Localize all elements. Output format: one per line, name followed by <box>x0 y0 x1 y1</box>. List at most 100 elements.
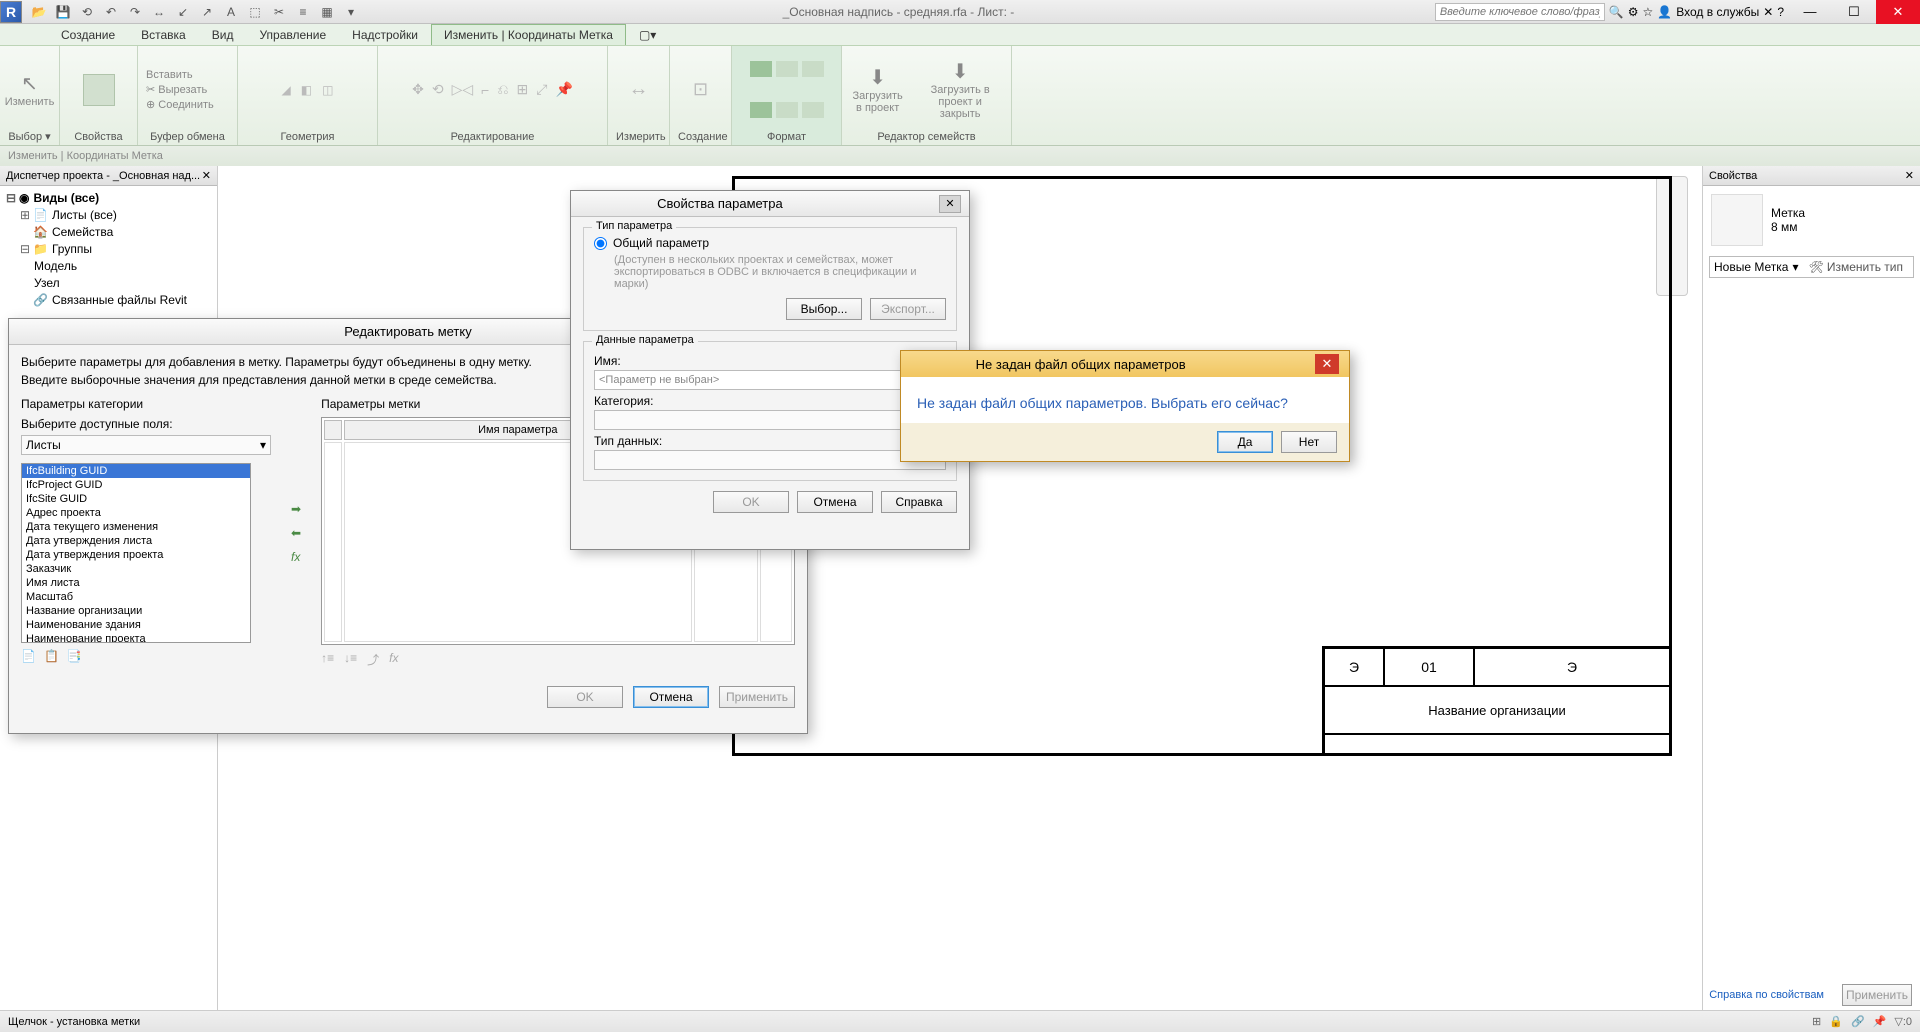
login-icon[interactable]: 👤 <box>1657 5 1672 19</box>
chevron-down-icon[interactable]: ▾ <box>1792 260 1798 274</box>
align-left-icon[interactable] <box>750 61 772 77</box>
tree-families[interactable]: Семейства <box>52 224 113 241</box>
list-item[interactable]: Адрес проекта <box>22 506 250 520</box>
move-icon[interactable]: ✥ <box>412 81 424 98</box>
yes-button[interactable]: Да <box>1217 431 1273 453</box>
name-input[interactable] <box>594 370 946 390</box>
load-project-button[interactable]: ⬇Загрузить в проект <box>850 65 905 114</box>
filter-icon[interactable]: ▽:0 <box>1894 1015 1912 1028</box>
list-item[interactable]: Дата утверждения проекта <box>22 548 250 562</box>
tree-sheets[interactable]: Листы (все) <box>52 207 117 224</box>
close-hidden-icon[interactable]: ▦ <box>316 3 338 21</box>
cope-icon[interactable]: ◢ <box>282 83 291 97</box>
list-item[interactable]: Дата текущего изменения <box>22 520 250 534</box>
tab-addins[interactable]: Надстройки <box>339 24 431 45</box>
list-item[interactable]: Название организации <box>22 604 250 618</box>
move-up-icon[interactable]: ↑≡ <box>321 651 334 668</box>
rotate-icon[interactable]: ⟲ <box>432 81 444 98</box>
tab-modify-label[interactable]: Изменить | Координаты Метка <box>431 24 626 45</box>
join-button[interactable]: ⊕ Соединить <box>146 98 214 111</box>
list-item[interactable]: Дата утверждения листа <box>22 534 250 548</box>
help-button[interactable]: Справка <box>881 491 957 513</box>
align-center-icon[interactable] <box>776 61 798 77</box>
close-button[interactable]: ✕ <box>1876 0 1920 24</box>
fx-icon[interactable]: fx <box>389 651 398 668</box>
dim-icon[interactable]: ↗ <box>196 3 218 21</box>
properties-help-link[interactable]: Справка по свойствам <box>1709 989 1824 1001</box>
infocenter-icon[interactable]: 🔍 <box>1609 5 1624 19</box>
help-icon[interactable]: ? <box>1777 5 1784 19</box>
tab-view[interactable]: Вид <box>199 24 247 45</box>
keyshot-icon[interactable]: ⚙ <box>1628 5 1639 19</box>
switch-windows-icon[interactable]: ▾ <box>340 3 362 21</box>
field-source-combo[interactable]: Листы <box>26 438 61 452</box>
cut-button[interactable]: ✂ Вырезать <box>146 83 207 96</box>
trim-icon[interactable]: ⌐ <box>481 82 489 98</box>
tree-views[interactable]: Виды (все) <box>33 190 99 207</box>
text-icon[interactable]: A <box>220 3 242 21</box>
list-item[interactable]: IfcProject GUID <box>22 478 250 492</box>
list-item[interactable]: Имя листа <box>22 576 250 590</box>
open-icon[interactable]: 📂 <box>28 3 50 21</box>
cut-geom-icon[interactable]: ◧ <box>301 83 312 97</box>
export-button[interactable]: Экспорт... <box>870 298 946 320</box>
align-bot-icon[interactable] <box>802 102 824 118</box>
save-icon[interactable]: 💾 <box>52 3 74 21</box>
edit-type-button[interactable]: 🛠 Изменить тип <box>1803 260 1909 274</box>
remove-param-icon[interactable]: ⬅ <box>291 526 301 540</box>
ok-button[interactable]: OK <box>547 686 623 708</box>
undo-icon[interactable]: ↶ <box>100 3 122 21</box>
app-menu-icon[interactable]: R <box>0 1 22 23</box>
delete-param-icon[interactable]: 📑 <box>67 649 82 663</box>
measure-icon[interactable]: ↔ <box>629 78 649 101</box>
shared-param-radio[interactable] <box>594 237 607 250</box>
scale-icon[interactable]: ⤢ <box>536 81 547 98</box>
select-pinned-icon[interactable]: 📌 <box>1873 1015 1887 1028</box>
maximize-button[interactable]: ☐ <box>1832 0 1876 24</box>
mirror-icon[interactable]: ▷◁ <box>452 81 474 98</box>
break-icon[interactable]: ⤴ <box>367 651 379 668</box>
editable-only-icon[interactable]: 🔒 <box>1829 1015 1843 1028</box>
properties-icon[interactable] <box>83 74 115 106</box>
available-fields-list[interactable]: IfcBuilding GUID IfcProject GUID IfcSite… <box>21 463 251 643</box>
fx-icon[interactable]: fx <box>291 550 301 564</box>
list-item[interactable]: Масштаб <box>22 590 250 604</box>
view3d-icon[interactable]: ⬚ <box>244 3 266 21</box>
select-button[interactable]: Выбор... <box>786 298 862 320</box>
tab-collapse-icon[interactable]: ▢▾ <box>626 24 669 45</box>
redo-icon[interactable]: ↷ <box>124 3 146 21</box>
align-mid-icon[interactable] <box>776 102 798 118</box>
paste-button[interactable]: Вставить <box>146 69 193 81</box>
add-param-icon[interactable]: ➡ <box>291 502 301 516</box>
sync-icon[interactable]: ⟲ <box>76 3 98 21</box>
align-right-icon[interactable] <box>802 61 824 77</box>
alert-close-icon[interactable]: ✕ <box>1315 354 1339 374</box>
align-icon[interactable]: ↙ <box>172 3 194 21</box>
tab-insert[interactable]: Вставка <box>128 24 199 45</box>
tree-links[interactable]: Связанные файлы Revit <box>52 292 187 309</box>
list-item[interactable]: Заказчик <box>22 562 250 576</box>
ok-button[interactable]: OK <box>713 491 789 513</box>
apply-button[interactable]: Применить <box>719 686 795 708</box>
project-browser-close-icon[interactable]: ✕ <box>202 169 211 182</box>
project-browser-tree[interactable]: ⊟◉ Виды (все) ⊞📄 Листы (все) 🏠 Семейства… <box>0 186 217 313</box>
list-item[interactable]: Наименование здания <box>22 618 250 632</box>
datatype-combo[interactable] <box>594 450 946 470</box>
tree-groups[interactable]: Группы <box>52 241 92 258</box>
star-icon[interactable]: ☆ <box>1643 5 1654 19</box>
worksets-icon[interactable]: ⊞ <box>1812 1015 1821 1028</box>
list-item[interactable]: IfcBuilding GUID <box>22 464 250 478</box>
tree-detail[interactable]: Узел <box>34 275 60 292</box>
properties-apply-button[interactable]: Применить <box>1842 984 1912 1006</box>
create-icon[interactable]: ⊡ <box>693 79 708 100</box>
split-icon[interactable]: ⎌ <box>497 81 508 98</box>
section-icon[interactable]: ✂ <box>268 3 290 21</box>
move-down-icon[interactable]: ↓≡ <box>344 651 357 668</box>
select-links-icon[interactable]: 🔗 <box>1851 1015 1865 1028</box>
minimize-button[interactable]: — <box>1788 0 1832 24</box>
login-label[interactable]: Вход в службы <box>1676 5 1759 19</box>
search-input[interactable] <box>1435 3 1605 21</box>
param-dialog-close-icon[interactable]: ✕ <box>939 195 961 213</box>
category-combo[interactable] <box>594 410 946 430</box>
new-param-icon[interactable]: 📄 <box>21 649 36 663</box>
